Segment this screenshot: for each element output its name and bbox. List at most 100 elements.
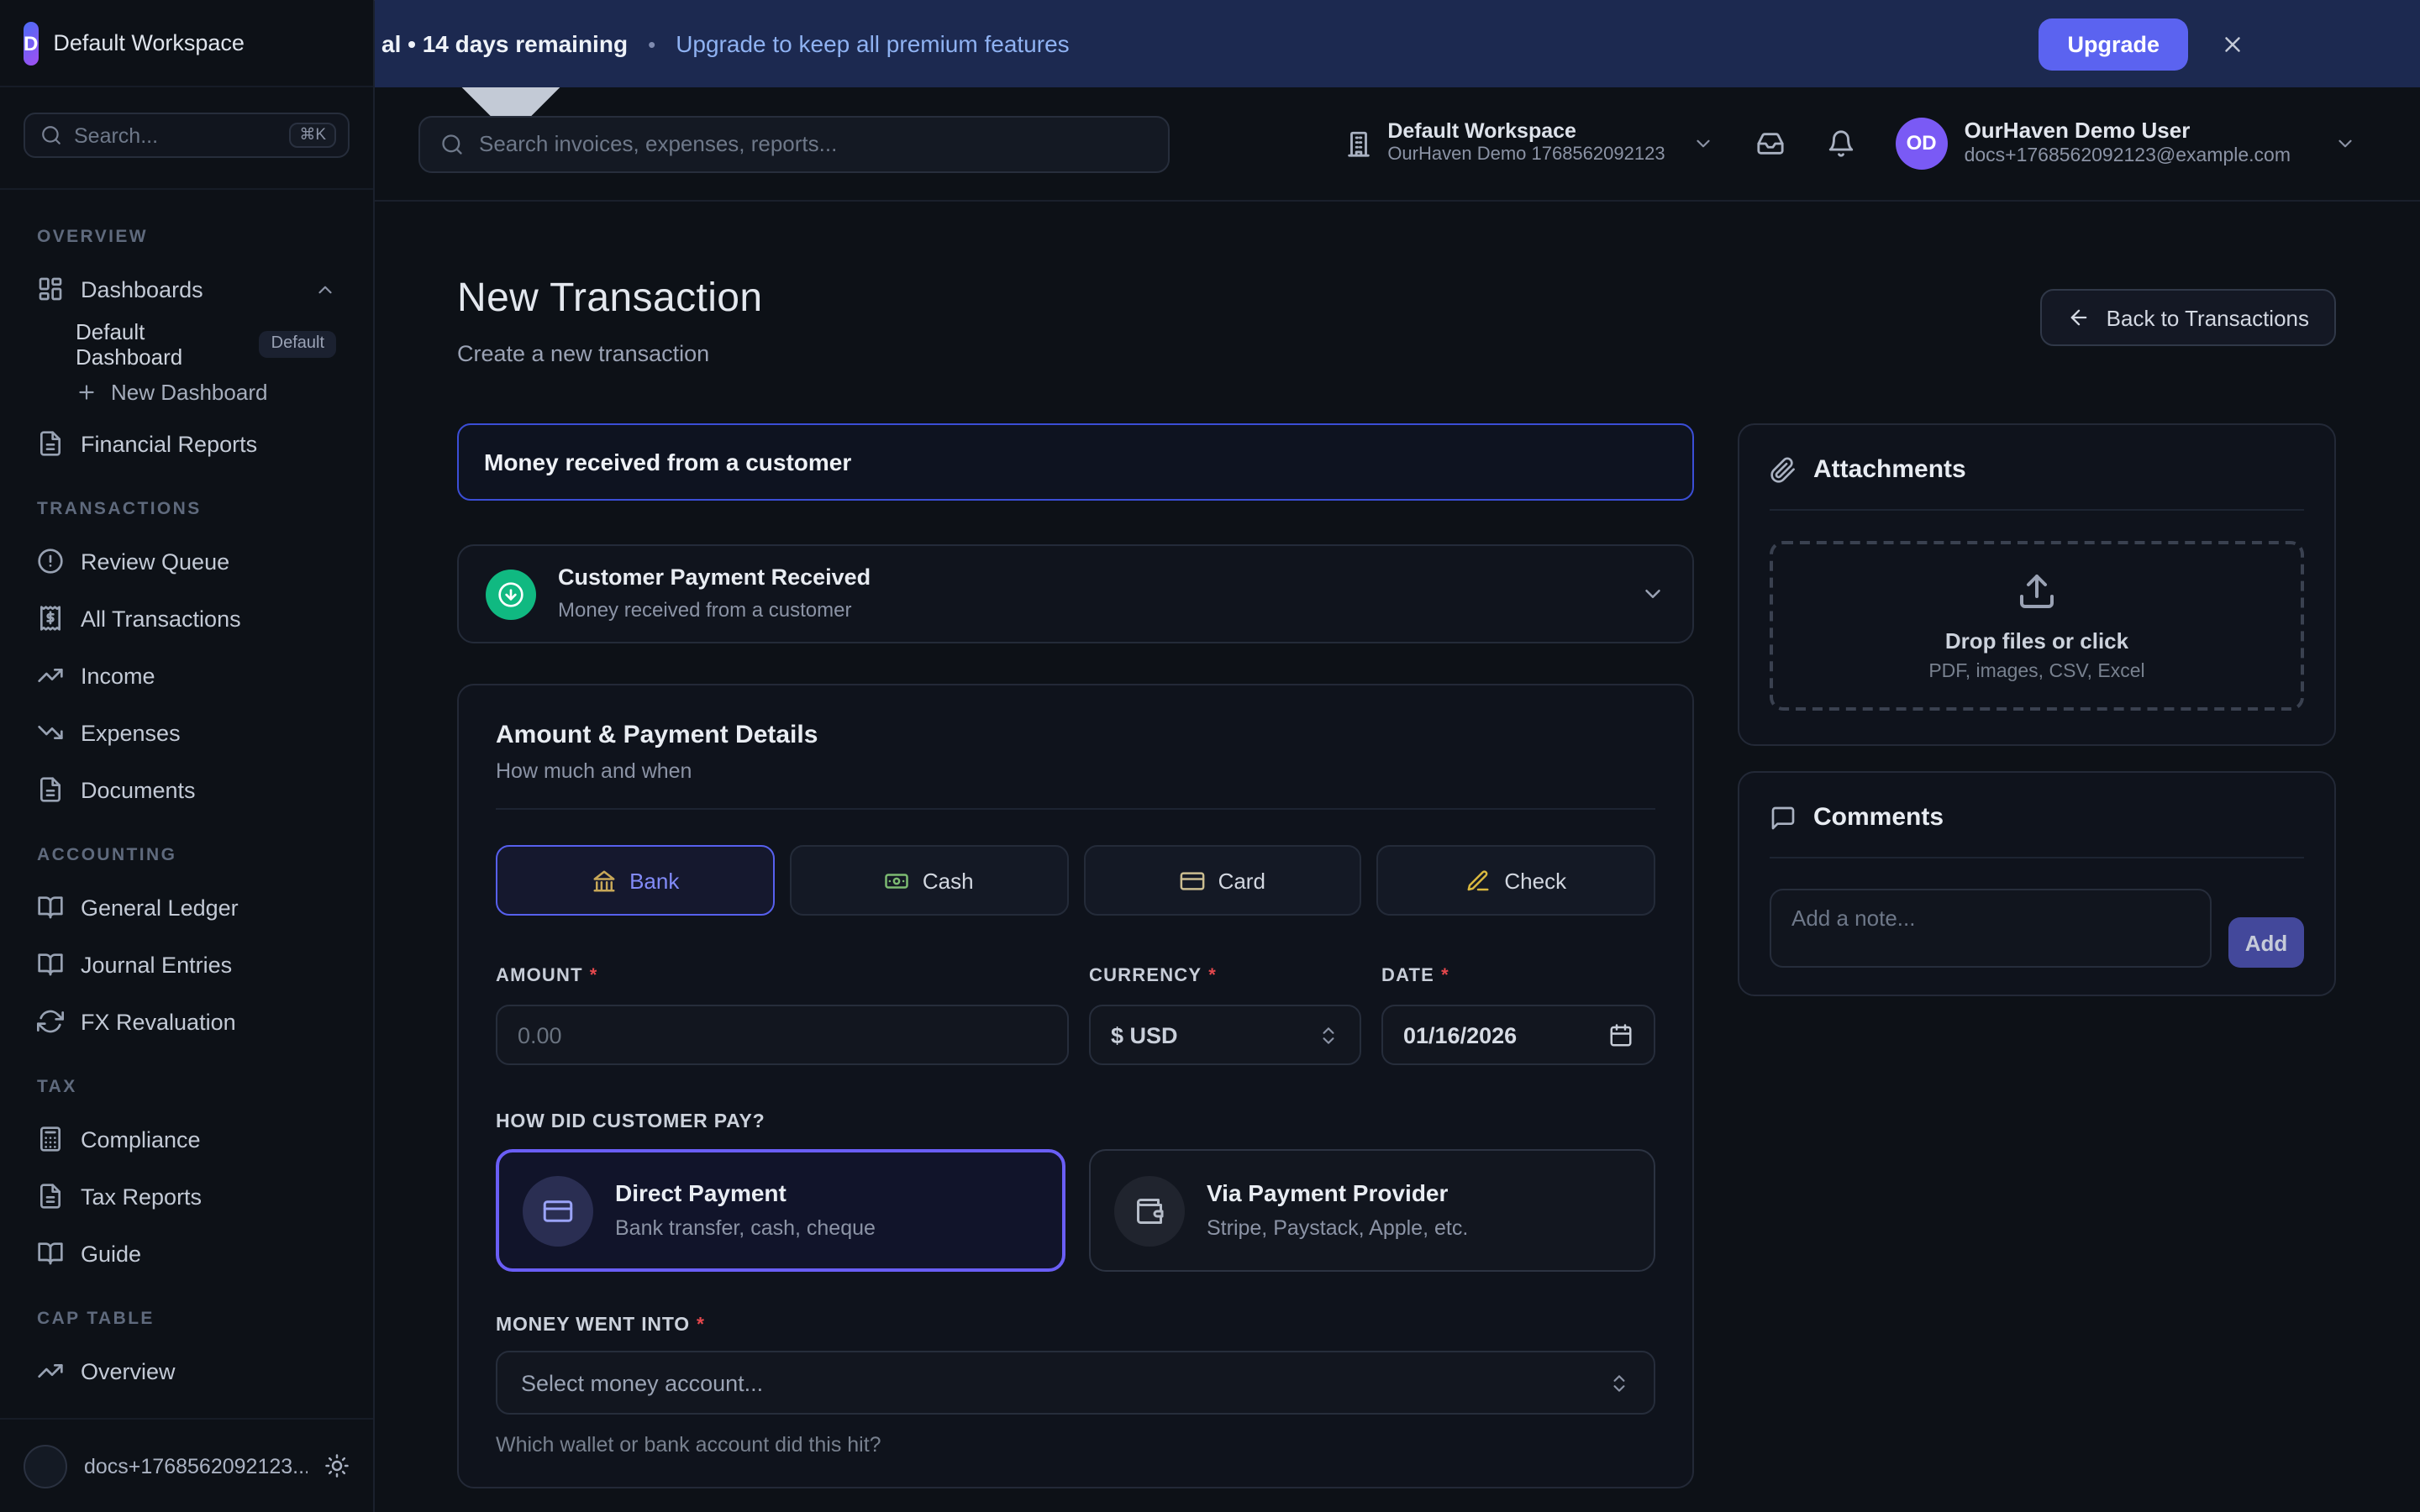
comments-panel: Comments Add (1738, 771, 2336, 996)
refresh-icon (37, 1008, 64, 1035)
sidebar-search-area: ⌘K (0, 87, 373, 190)
workspace-name: Default Workspace (53, 30, 245, 55)
sidebar-search-box[interactable]: ⌘K (24, 113, 350, 158)
section-subtitle: How much and when (496, 759, 1655, 783)
file-dropzone[interactable]: Drop files or click PDF, images, CSV, Ex… (1770, 541, 2304, 711)
date-value: 01/16/2026 (1403, 1022, 1595, 1047)
sidebar-item-income[interactable]: Income (20, 650, 353, 701)
sidebar-search-input[interactable] (74, 123, 277, 147)
sidebar-item-cap-overview[interactable]: Overview (20, 1346, 353, 1396)
user-menu[interactable]: OD OurHaven Demo User docs+1768562092123… (1896, 117, 2356, 171)
payment-method-bank[interactable]: Bank (496, 845, 775, 916)
sidebar-item-label: Compliance (81, 1126, 201, 1152)
pay-option-icon-disc (523, 1175, 593, 1246)
sidebar-footer: docs+1768562092123... (0, 1418, 373, 1512)
sidebar-item-label: Review Queue (81, 549, 229, 574)
close-icon[interactable] (2220, 31, 2245, 56)
transaction-type-input[interactable] (457, 423, 1694, 501)
section-label-cap-table: CAP TABLE (37, 1309, 336, 1329)
book-icon (37, 951, 64, 978)
payment-method-tabs: Bank Cash Card (496, 845, 1655, 916)
sidebar-item-dashboards[interactable]: Dashboards (20, 264, 353, 314)
global-search-input[interactable] (479, 131, 1148, 156)
document-icon (37, 1183, 64, 1210)
sidebar-nav: OVERVIEW Dashboards Default Dashboard De… (0, 190, 373, 1418)
sidebar-item-review-queue[interactable]: Review Queue (20, 536, 353, 586)
main-column: al • 14 days remaining • Upgrade to keep… (375, 0, 2420, 1512)
payment-method-card[interactable]: Card (1083, 845, 1362, 916)
category-subtitle: Money received from a customer (558, 598, 871, 624)
pay-option-payment-provider[interactable]: Via Payment Provider Stripe, Paystack, A… (1089, 1149, 1655, 1272)
section-label-overview: OVERVIEW (37, 227, 336, 247)
bell-icon[interactable] (1827, 129, 1855, 158)
inbox-icon[interactable] (1756, 129, 1785, 158)
method-label: Bank (629, 868, 679, 893)
amount-input[interactable] (518, 1022, 1047, 1047)
pay-option-direct-payment[interactable]: Direct Payment Bank transfer, cash, cheq… (496, 1149, 1065, 1272)
amount-payment-card: Amount & Payment Details How much and wh… (457, 684, 1694, 1488)
sidebar-item-new-dashboard[interactable]: New Dashboard (20, 370, 353, 415)
global-search-box[interactable] (418, 115, 1170, 172)
sidebar-item-label: Expenses (81, 720, 181, 745)
pay-question-label: HOW DID CUSTOMER PAY? (496, 1112, 1655, 1132)
app-root: D Default Workspace ⌘K OVERVIEW Dashboar… (0, 0, 2420, 1512)
sidebar-item-guide[interactable]: Guide (20, 1228, 353, 1278)
sidebar-item-default-dashboard[interactable]: Default Dashboard Default (20, 321, 353, 366)
currency-select[interactable]: $ USD (1089, 1005, 1361, 1065)
upgrade-button[interactable]: Upgrade (2039, 18, 2188, 70)
divider (1770, 509, 2304, 511)
arrow-left-icon (2068, 306, 2091, 329)
receipt-icon (37, 605, 64, 632)
check-emoji-icon (1465, 868, 1491, 893)
sidebar-item-financial-reports[interactable]: Financial Reports (20, 418, 353, 469)
paperclip-icon (1770, 456, 1797, 483)
page-header: New Transaction Create a new transaction… (457, 276, 2336, 366)
building-icon (1344, 129, 1372, 158)
trial-remaining-text: al • 14 days remaining (381, 30, 628, 57)
sidebar-item-expenses[interactable]: Expenses (20, 707, 353, 758)
user-avatar: OD (1896, 118, 1948, 170)
money-into-helper: Which wallet or bank account did this hi… (496, 1433, 1655, 1457)
sidebar-item-journal-entries[interactable]: Journal Entries (20, 939, 353, 990)
book-icon (37, 894, 64, 921)
category-selector[interactable]: Customer Payment Received Money received… (457, 544, 1694, 643)
chevrons-up-down-icon (1608, 1372, 1630, 1394)
header-workspace-menu[interactable]: Default Workspace OurHaven Demo 17685620… (1344, 119, 1713, 169)
chevron-down-icon (2334, 133, 2356, 155)
sidebar-item-fx-revaluation[interactable]: FX Revaluation (20, 996, 353, 1047)
cash-emoji-icon (884, 868, 909, 893)
sidebar-item-general-ledger[interactable]: General Ledger (20, 882, 353, 932)
date-field[interactable]: 01/16/2026 (1381, 1005, 1655, 1065)
required-asterisk: * (590, 966, 598, 986)
amount-field (496, 1005, 1069, 1065)
money-account-select[interactable]: Select money account... (496, 1351, 1655, 1415)
back-to-transactions-button[interactable]: Back to Transactions (2041, 289, 2336, 346)
sidebar-item-compliance[interactable]: Compliance (20, 1114, 353, 1164)
user-avatar (24, 1444, 67, 1488)
section-label-transactions: TRANSACTIONS (37, 499, 336, 519)
method-label: Cash (923, 868, 974, 893)
sidebar-item-all-transactions[interactable]: All Transactions (20, 593, 353, 643)
attachments-title: Attachments (1813, 455, 1966, 484)
payment-method-cash[interactable]: Cash (790, 845, 1069, 916)
pay-option-subtitle: Stripe, Paystack, Apple, etc. (1207, 1215, 1468, 1243)
back-button-label: Back to Transactions (2107, 305, 2309, 330)
upgrade-link[interactable]: Upgrade to keep all premium features (676, 30, 1069, 57)
payment-method-check[interactable]: Check (1377, 845, 1656, 916)
comment-input[interactable] (1770, 889, 2212, 968)
add-comment-button[interactable]: Add (2228, 917, 2304, 968)
bank-emoji-icon (591, 868, 616, 893)
page-subtitle: Create a new transaction (457, 341, 763, 366)
sidebar-item-tax-reports[interactable]: Tax Reports (20, 1171, 353, 1221)
section-label-accounting: ACCOUNTING (37, 845, 336, 865)
trending-up-icon (37, 662, 64, 689)
credit-card-icon (543, 1195, 573, 1226)
search-icon (440, 132, 464, 155)
theme-toggle-sun-icon[interactable] (324, 1453, 350, 1478)
required-asterisk: * (697, 1315, 705, 1336)
arrow-down-circle-icon (497, 580, 524, 607)
category-title: Customer Payment Received (558, 564, 871, 593)
sidebar-item-documents[interactable]: Documents (20, 764, 353, 815)
search-icon (40, 124, 62, 146)
workspace-switcher[interactable]: D Default Workspace (0, 0, 373, 87)
